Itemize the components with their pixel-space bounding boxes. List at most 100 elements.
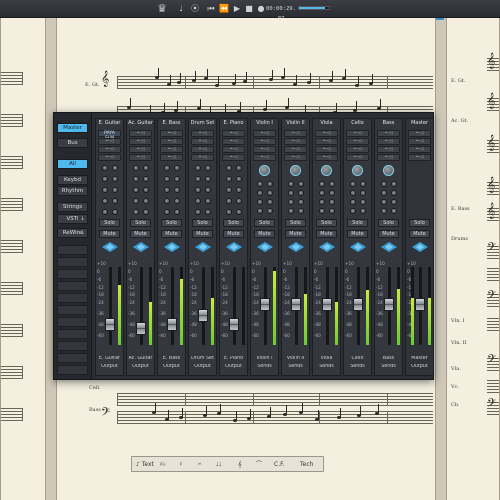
send-knob[interactable] — [257, 190, 263, 196]
insert-slot[interactable]: •-◁ — [222, 154, 245, 161]
insert-slot[interactable]: •-◁ — [346, 154, 369, 161]
palette-item[interactable]: C.F. — [274, 459, 285, 470]
insert-slot[interactable]: •-◁ — [284, 138, 307, 145]
gain-knob[interactable] — [352, 165, 363, 176]
volume-fader[interactable] — [229, 317, 239, 331]
send-knob[interactable] — [257, 208, 263, 214]
send-knob[interactable] — [350, 190, 356, 196]
mute-button[interactable]: Mute — [161, 230, 182, 238]
filter-button-vsti[interactable]: VSTi ↓ — [57, 214, 88, 224]
send-knob[interactable] — [381, 190, 387, 196]
insert-slot[interactable]: •-◁ — [222, 138, 245, 145]
send-knob[interactable] — [174, 187, 180, 193]
insert-slot[interactable]: •-◁ — [377, 130, 400, 137]
insert-slot[interactable]: •-◁ — [98, 146, 121, 153]
volume-fader[interactable] — [384, 298, 394, 312]
send-knob[interactable] — [329, 190, 335, 196]
send-knob[interactable] — [298, 199, 304, 205]
volume-fader[interactable] — [260, 298, 270, 312]
mute-button[interactable]: Mute — [347, 230, 368, 238]
insert-slot[interactable]: •-◁ — [253, 130, 276, 137]
volume-fader[interactable] — [415, 298, 425, 312]
gain-knob[interactable] — [259, 165, 270, 176]
send-knob[interactable] — [133, 165, 139, 171]
fader-track[interactable] — [171, 267, 174, 345]
send-knob[interactable] — [350, 199, 356, 205]
insert-slot[interactable]: •-◁ — [253, 154, 276, 161]
send-knob[interactable] — [143, 176, 149, 182]
send-knob[interactable] — [360, 181, 366, 187]
send-knob[interactable] — [391, 199, 397, 205]
insert-slot[interactable]: •-◁ — [315, 130, 338, 137]
send-knob[interactable] — [112, 198, 118, 204]
insert-slot[interactable]: •-◁ — [377, 138, 400, 145]
palette-item[interactable]: Tech — [300, 459, 313, 470]
score-page-right[interactable]: E. Gt. Ac. Gt. E. Bass Drums Vln. I Vln. II Vl… — [446, 18, 500, 500]
send-knob[interactable] — [267, 190, 273, 196]
insert-slot-plugin[interactable]: PAYA SLM — [98, 130, 121, 141]
metronome-icon[interactable]: ♩ — [176, 4, 186, 14]
palette-item[interactable]: ♪ Text — [136, 459, 154, 470]
send-knob[interactable] — [143, 187, 149, 193]
solo-button[interactable]: Solo — [161, 219, 182, 227]
output-selector[interactable]: Output — [158, 364, 185, 369]
mute-button[interactable]: Mute — [223, 230, 244, 238]
fader-track[interactable] — [109, 267, 112, 345]
stop-icon[interactable]: ■ — [244, 4, 254, 14]
solo-button[interactable]: Solo — [347, 219, 368, 227]
insert-slot[interactable]: •-◁ — [315, 146, 338, 153]
send-knob[interactable] — [226, 165, 232, 171]
send-knob[interactable] — [226, 209, 232, 215]
send-knob[interactable] — [174, 198, 180, 204]
filter-button-rhythm[interactable]: Rhythm — [57, 186, 88, 196]
send-knob[interactable] — [381, 181, 387, 187]
pan-control[interactable] — [257, 242, 273, 252]
insert-slot[interactable]: •-◁ — [191, 154, 214, 161]
filter-button-master[interactable]: Master — [57, 123, 88, 133]
send-knob[interactable] — [288, 199, 294, 205]
insert-slot[interactable]: •-◁ — [408, 138, 431, 145]
insert-slot[interactable]: •-◁ — [160, 146, 183, 153]
send-knob[interactable] — [288, 181, 294, 187]
insert-slot[interactable]: •-◁ — [98, 138, 121, 145]
solo-button[interactable]: Solo — [223, 219, 244, 227]
send-knob[interactable] — [195, 209, 201, 215]
insert-slot[interactable]: •-◁ — [129, 146, 152, 153]
pan-control[interactable] — [195, 242, 211, 252]
send-knob[interactable] — [391, 208, 397, 214]
fader-track[interactable] — [233, 267, 236, 345]
send-knob[interactable] — [360, 199, 366, 205]
send-knob[interactable] — [319, 181, 325, 187]
output-selector[interactable]: Output — [189, 364, 216, 369]
send-knob[interactable] — [205, 198, 211, 204]
send-knob[interactable] — [164, 198, 170, 204]
mute-button[interactable]: Mute — [99, 230, 120, 238]
send-knob[interactable] — [195, 176, 201, 182]
output-selector[interactable]: Sends — [344, 364, 371, 369]
mute-button[interactable]: Mute — [285, 230, 306, 238]
insert-slot[interactable]: •-◁ — [408, 130, 431, 137]
insert-slot[interactable]: •-◁ — [253, 146, 276, 153]
output-selector[interactable]: Output — [127, 364, 154, 369]
filter-button-rewire[interactable]: ReWire ↓ — [57, 228, 88, 238]
send-knob[interactable] — [329, 208, 335, 214]
insert-slot[interactable]: •-◁ — [377, 146, 400, 153]
send-knob[interactable] — [143, 165, 149, 171]
send-knob[interactable] — [133, 209, 139, 215]
output-selector[interactable]: Sends — [375, 364, 402, 369]
insert-slot[interactable]: •-◁ — [129, 130, 152, 137]
insert-slot[interactable]: •-◁ — [315, 154, 338, 161]
output-selector[interactable]: Output — [220, 364, 247, 369]
send-knob[interactable] — [381, 199, 387, 205]
send-knob[interactable] — [205, 209, 211, 215]
palette-item[interactable]: 𝄐 — [198, 459, 201, 470]
send-knob[interactable] — [205, 165, 211, 171]
send-knob[interactable] — [174, 165, 180, 171]
solo-button[interactable]: Solo — [378, 219, 399, 227]
palette-item[interactable]: ♯♭ — [160, 459, 166, 470]
insert-slot[interactable]: •-◁ — [160, 130, 183, 137]
tempo-slider[interactable] — [298, 6, 330, 10]
send-knob[interactable] — [112, 209, 118, 215]
send-knob[interactable] — [236, 198, 242, 204]
pan-control[interactable] — [226, 242, 242, 252]
